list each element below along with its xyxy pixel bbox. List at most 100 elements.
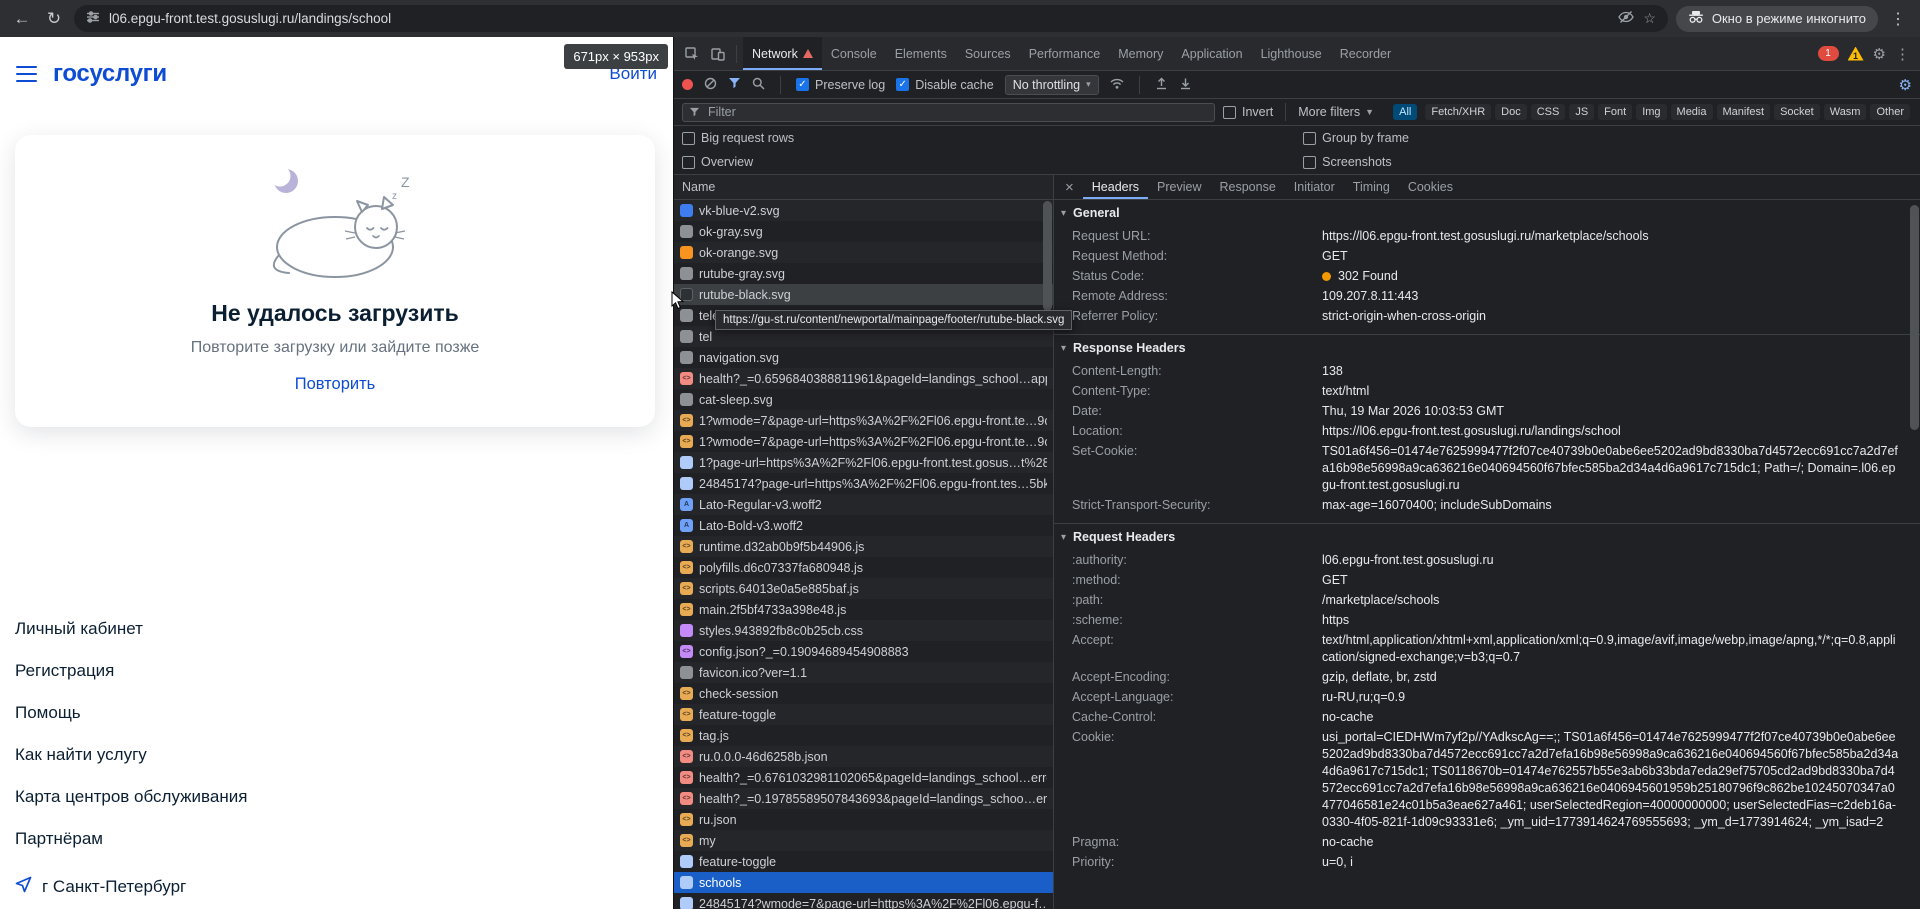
devtools-tab-console[interactable]: Console (822, 37, 886, 70)
invert-checkbox[interactable]: Invert (1223, 105, 1273, 119)
site-info-icon[interactable] (86, 10, 100, 27)
network-request-row[interactable]: feature-toggle (674, 851, 1053, 872)
network-settings-gear-icon[interactable]: ⚙ (1899, 76, 1912, 94)
device-toolbar-icon[interactable] (706, 43, 730, 65)
filter-input-box[interactable] (682, 102, 1215, 122)
preserve-log-checkbox[interactable]: ✓ Preserve log (796, 78, 885, 92)
details-tab-timing[interactable]: Timing (1344, 175, 1399, 199)
back-button[interactable]: ← (10, 9, 34, 29)
network-request-row[interactable]: <> 1?wmode=7&page-url=https%3A%2F%2Fl06.e… (674, 410, 1053, 431)
record-network-log-button[interactable] (682, 79, 693, 90)
network-request-row[interactable]: <> ru.0.0.0-46d6258b.json (674, 746, 1053, 767)
checkbox-unchecked-icon[interactable] (682, 131, 695, 145)
filter-chip-media[interactable]: Media (1670, 104, 1713, 120)
footer-link-[interactable]: Помощь (15, 703, 247, 723)
retry-link[interactable]: Повторить (295, 375, 376, 394)
network-request-row[interactable]: <> scripts.64013e0a5e885baf.js (674, 578, 1053, 599)
name-column-header[interactable]: Name (674, 175, 1053, 200)
hamburger-menu-icon[interactable] (16, 65, 37, 83)
option-overview[interactable]: Overview (682, 155, 1303, 169)
network-request-row[interactable]: schools (674, 872, 1053, 893)
devtools-tab-recorder[interactable]: Recorder (1331, 37, 1400, 70)
network-request-row[interactable]: 1?page-url=https%3A%2F%2Fl06.epgu-front.… (674, 452, 1053, 473)
footer-link-[interactable]: Как найти услугу (15, 745, 247, 765)
network-request-row[interactable]: <> config.json?_=0.19094689454908883 (674, 641, 1053, 662)
details-tab-preview[interactable]: Preview (1148, 175, 1210, 199)
search-icon[interactable] (752, 77, 765, 93)
eye-off-icon[interactable] (1618, 10, 1635, 27)
filter-chip-manifest[interactable]: Manifest (1716, 104, 1771, 120)
network-request-row[interactable]: rutube-black.svg (674, 284, 1053, 305)
network-request-row[interactable]: <> health?_=0.6761032981102065&pageId=lan… (674, 767, 1053, 788)
gosuslugi-logo[interactable]: госуслуги (53, 60, 167, 88)
network-request-row[interactable]: A Lato-Regular-v3.woff2 (674, 494, 1053, 515)
network-request-row[interactable]: 24845174?page-url=https%3A%2F%2Fl06.epgu… (674, 473, 1053, 494)
devtools-tab-memory[interactable]: Memory (1109, 37, 1172, 70)
network-request-row[interactable]: rutube-gray.svg (674, 263, 1053, 284)
network-request-row[interactable]: navigation.svg (674, 347, 1053, 368)
filter-chip-socket[interactable]: Socket (1774, 104, 1820, 120)
close-details-icon[interactable]: × (1056, 179, 1083, 196)
filter-chip-fetch-xhr[interactable]: Fetch/XHR (1425, 104, 1492, 120)
filter-chip-css[interactable]: CSS (1530, 104, 1566, 120)
devtools-tab-application[interactable]: Application (1172, 37, 1251, 70)
filter-chip-doc[interactable]: Doc (1495, 104, 1527, 120)
network-request-row[interactable]: <> feature-toggle (674, 704, 1053, 725)
devtools-tab-elements[interactable]: Elements (886, 37, 956, 70)
error-count-badge[interactable]: 1 (1817, 46, 1839, 61)
devtools-tab-performance[interactable]: Performance (1020, 37, 1110, 70)
details-scrollbar[interactable] (1910, 205, 1919, 430)
network-request-row[interactable]: cat-sleep.svg (674, 389, 1053, 410)
network-request-row[interactable]: A Lato-Bold-v3.woff2 (674, 515, 1053, 536)
network-request-row[interactable]: styles.943892fb8c0b25cb.css (674, 620, 1053, 641)
network-request-row[interactable]: <> check-session (674, 683, 1053, 704)
section-header-response-headers[interactable]: ▾ Response Headers (1054, 335, 1920, 361)
filter-chip-font[interactable]: Font (1598, 104, 1633, 120)
network-request-row[interactable]: <> runtime.d32ab0b9f5b44906.js (674, 536, 1053, 557)
option-big-request-rows[interactable]: Big request rows (682, 131, 1303, 145)
network-request-row[interactable]: <> 1?wmode=7&page-url=https%3A%2F%2Fl06.e… (674, 431, 1053, 452)
network-request-row[interactable]: <> main.2f5bf4733a398e48.js (674, 599, 1053, 620)
filter-chip-all[interactable]: All (1393, 104, 1418, 120)
devtools-tab-network[interactable]: Network (743, 37, 822, 70)
filter-chip-wasm[interactable]: Wasm (1823, 104, 1867, 120)
network-request-row[interactable]: ok-orange.svg (674, 242, 1053, 263)
import-har-icon[interactable] (1155, 77, 1168, 93)
details-tab-cookies[interactable]: Cookies (1399, 175, 1462, 199)
region-selector[interactable]: г Санкт-Петербург (15, 876, 186, 898)
network-request-row[interactable]: favicon.ico?ver=1.1 (674, 662, 1053, 683)
section-header-request-headers[interactable]: ▾ Request Headers (1054, 524, 1920, 550)
devtools-menu-kebab-icon[interactable]: ⋮ (1895, 45, 1910, 63)
network-conditions-icon[interactable] (1110, 78, 1124, 92)
footer-link-[interactable]: Личный кабинет (15, 619, 247, 639)
filter-toggle-icon[interactable] (728, 77, 741, 92)
checkbox-unchecked-icon[interactable] (1303, 155, 1317, 169)
warning-count-badge[interactable]: 1 (1847, 46, 1864, 61)
network-request-row[interactable]: <> polyfills.d6c07337fa680948.js (674, 557, 1053, 578)
network-request-row[interactable]: <> health?_=0.19785589507843693&pageId=la… (674, 788, 1053, 809)
option-group-by-frame[interactable]: Group by frame (1303, 131, 1912, 145)
details-tab-initiator[interactable]: Initiator (1285, 175, 1344, 199)
footer-link-[interactable]: Карта центров обслуживания (15, 787, 247, 807)
filter-chip-js[interactable]: JS (1569, 104, 1595, 120)
filter-chip-img[interactable]: Img (1636, 104, 1667, 120)
network-request-row[interactable]: <> ru.json (674, 809, 1053, 830)
network-request-row[interactable]: <> health?_=0.6596840388811961&pageId=lan… (674, 368, 1053, 389)
section-header-general[interactable]: ▾ General (1054, 200, 1920, 226)
export-har-icon[interactable] (1179, 77, 1192, 93)
browser-menu-kebab-icon[interactable]: ⋮ (1886, 9, 1910, 29)
clear-network-log-icon[interactable] (704, 77, 717, 93)
network-filter-input[interactable] (706, 104, 1208, 120)
checkbox-unchecked-icon[interactable] (682, 155, 695, 169)
details-tab-headers[interactable]: Headers (1083, 175, 1148, 199)
network-request-row[interactable]: <> tag.js (674, 725, 1053, 746)
inspect-element-icon[interactable] (680, 43, 704, 65)
request-list-scrollbar[interactable] (1043, 201, 1052, 311)
address-bar[interactable]: l06.epgu-front.test.gosuslugi.ru/landing… (74, 5, 1668, 32)
devtools-tab-sources[interactable]: Sources (956, 37, 1020, 70)
footer-link-[interactable]: Регистрация (15, 661, 247, 681)
network-request-row[interactable]: <> my (674, 830, 1053, 851)
devtools-tab-lighthouse[interactable]: Lighthouse (1252, 37, 1331, 70)
details-tab-response[interactable]: Response (1210, 175, 1284, 199)
throttling-select[interactable]: No throttling ▾ (1004, 74, 1099, 95)
